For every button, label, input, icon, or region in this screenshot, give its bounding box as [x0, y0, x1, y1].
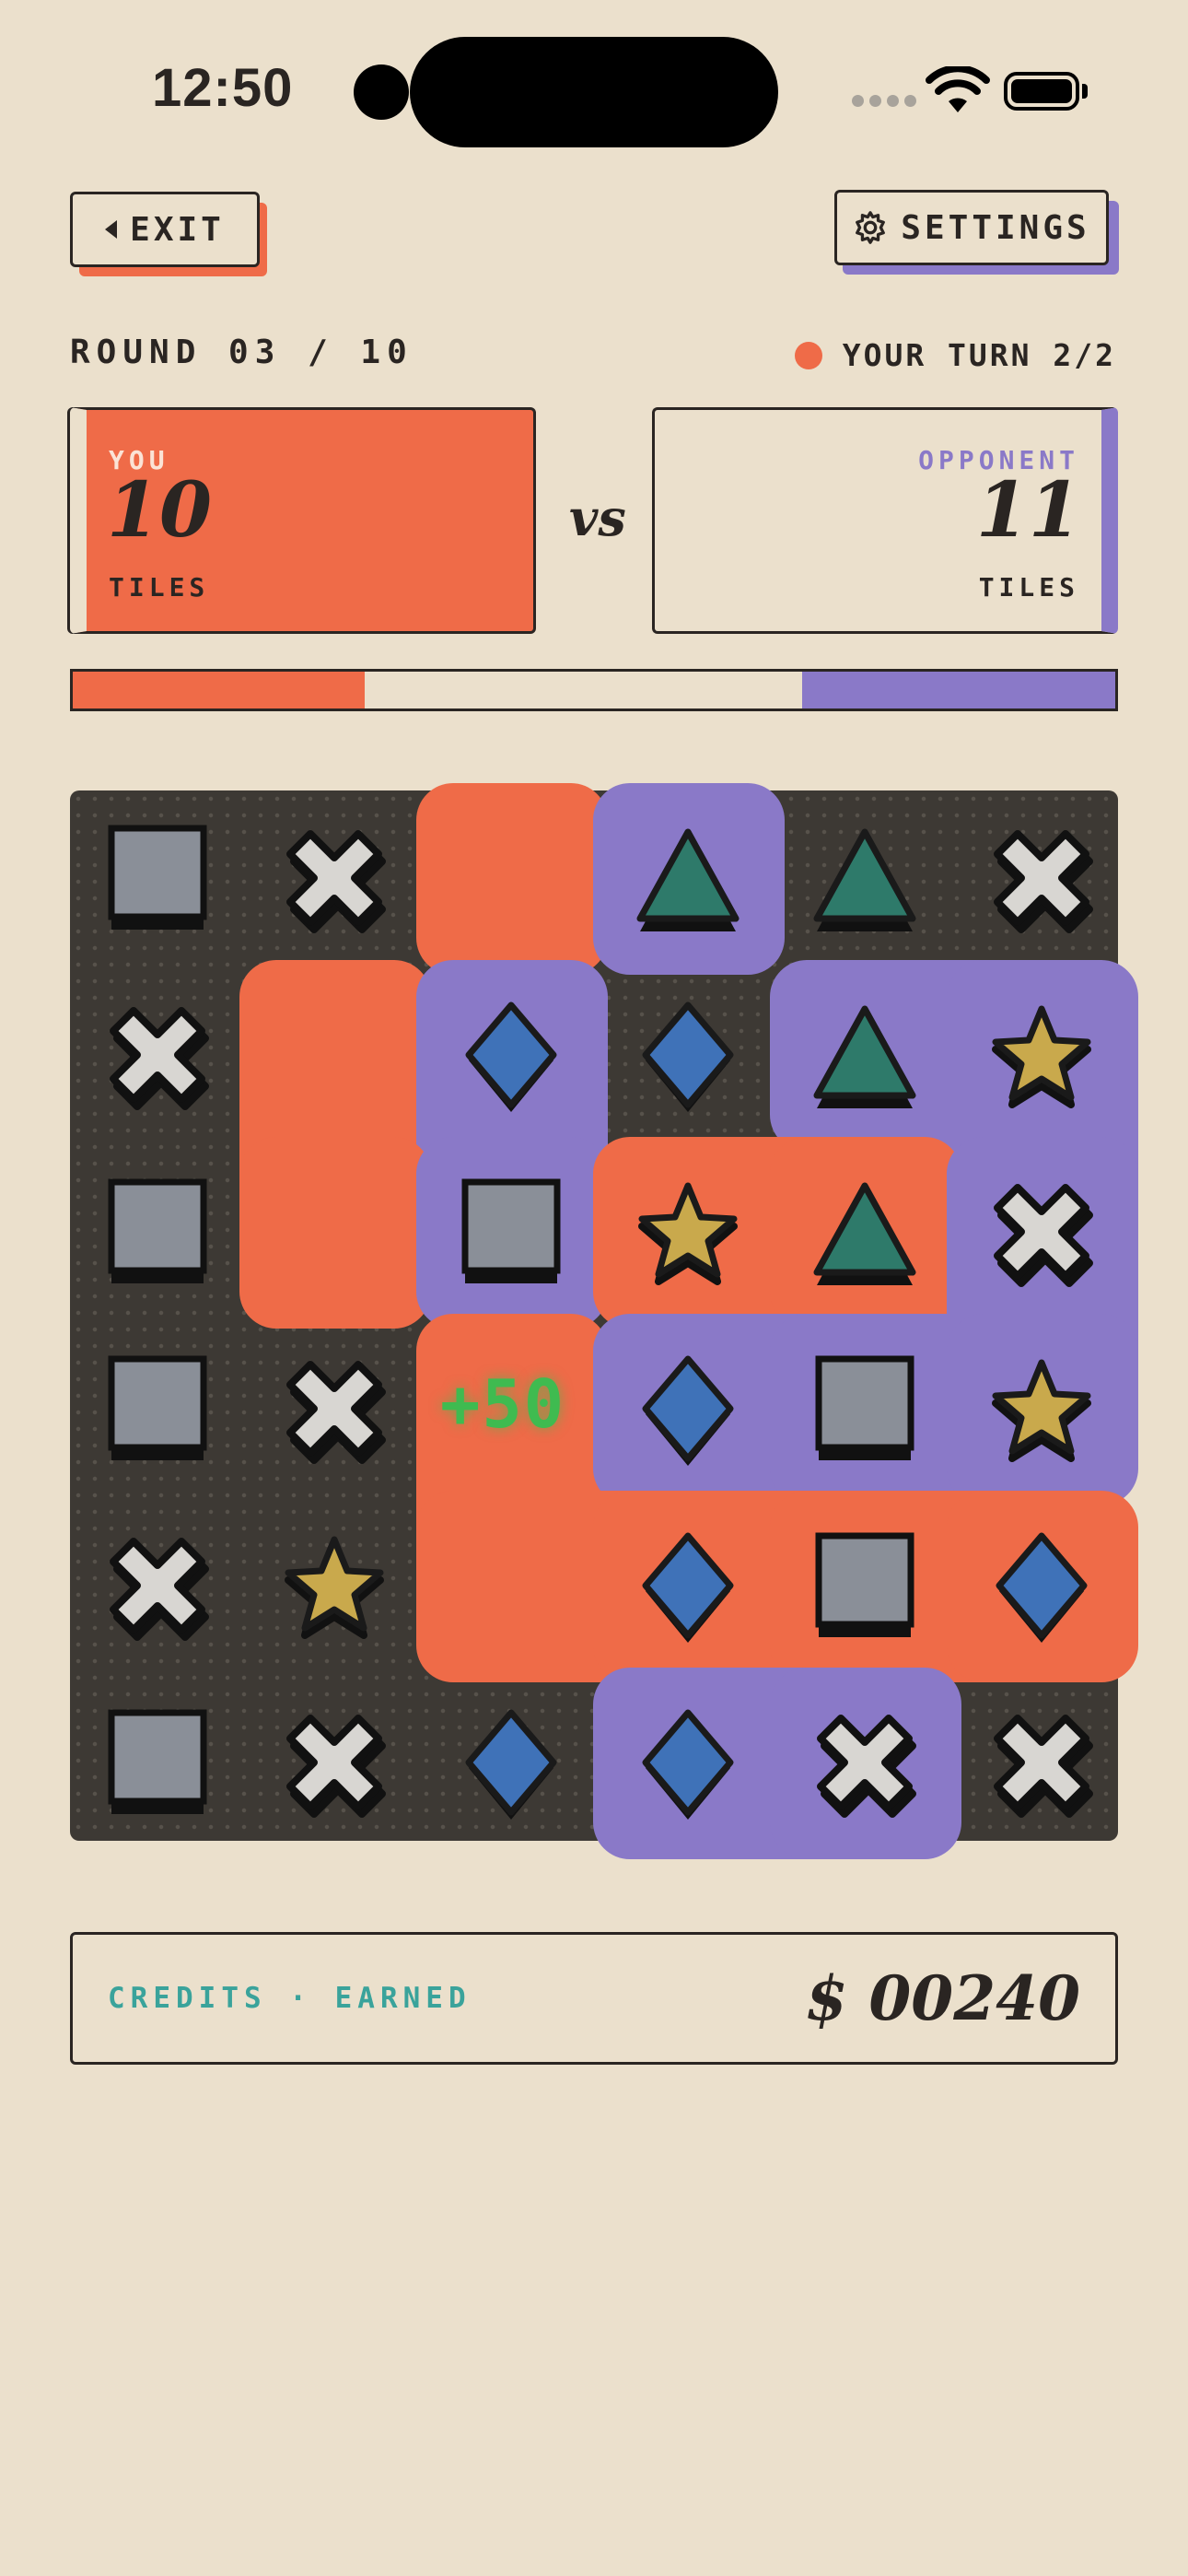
diamond-tile-icon — [642, 1709, 734, 1820]
x-tile-icon — [817, 1715, 916, 1818]
board-cell-5-1[interactable] — [247, 1675, 422, 1850]
dynamic-island — [410, 37, 778, 147]
opponent-unit: TILES — [978, 572, 1079, 603]
board-cell-2-2[interactable] — [424, 1144, 599, 1319]
star-tile-icon — [285, 1536, 384, 1639]
credits-label: CREDITS · EARNED — [108, 1982, 472, 2015]
board-cell-4-4[interactable] — [777, 1498, 952, 1673]
opponent-score-card: OPPONENT 11 TILES — [652, 407, 1118, 634]
gear-icon — [856, 211, 886, 244]
square-tile-icon — [108, 825, 207, 930]
progress-you-fill — [73, 672, 365, 708]
star-tile-icon — [638, 1182, 738, 1285]
star-tile-icon — [992, 1005, 1091, 1108]
diamond-tile-icon — [642, 1355, 734, 1466]
round-indicator: ROUND 03 / 10 — [70, 334, 413, 371]
turn-indicator: YOUR TURN 2/2 — [794, 337, 1116, 373]
settings-button[interactable]: SETTINGS — [834, 190, 1109, 265]
board-cell-0-3[interactable] — [600, 790, 775, 966]
progress-opponent-fill — [802, 672, 1115, 708]
x-tile-icon — [994, 1715, 1093, 1818]
board-cell-0-4[interactable] — [777, 790, 952, 966]
player-unit: TILES — [109, 572, 210, 603]
triangle-tile-icon — [813, 1182, 916, 1285]
diamond-tile-icon — [642, 1532, 734, 1643]
square-tile-icon — [108, 1178, 207, 1283]
camera-dot — [354, 64, 409, 120]
board-cell-2-0[interactable] — [70, 1144, 245, 1319]
board-cell-0-1[interactable] — [247, 790, 422, 966]
wifi-icon — [926, 66, 990, 112]
board-cell-5-4[interactable] — [777, 1675, 952, 1850]
x-tile-icon — [994, 1184, 1093, 1287]
board-cell-5-3[interactable] — [600, 1675, 775, 1850]
board-cell-0-5[interactable] — [954, 790, 1129, 966]
board-cell-4-2[interactable] — [424, 1498, 599, 1673]
diamond-tile-icon — [465, 1709, 557, 1820]
diamond-tile-icon — [642, 1001, 734, 1112]
board-cell-3-1[interactable] — [247, 1321, 422, 1496]
triangle-tile-icon — [813, 1005, 916, 1108]
board-cell-4-3[interactable] — [600, 1498, 775, 1673]
opponent-score: 11 — [975, 466, 1081, 555]
board-cell-4-5[interactable] — [954, 1498, 1129, 1673]
board-cell-0-2[interactable] — [424, 790, 599, 966]
settings-label: SETTINGS — [901, 208, 1090, 247]
board-cell-2-3[interactable] — [600, 1144, 775, 1319]
diamond-tile-icon — [996, 1532, 1088, 1643]
board-cell-1-4[interactable] — [777, 967, 952, 1142]
square-tile-icon — [815, 1355, 914, 1460]
x-tile-icon — [110, 1538, 209, 1641]
square-tile-icon — [108, 1355, 207, 1460]
exit-button[interactable]: EXIT — [70, 192, 260, 267]
board-cell-3-4[interactable] — [777, 1321, 952, 1496]
game-board: +50 — [70, 783, 1138, 1859]
credits-value: $ 00240 — [805, 1962, 1080, 2034]
board-cell-5-0[interactable] — [70, 1675, 245, 1850]
credits-panel: CREDITS · EARNED $ 00240 — [70, 1932, 1118, 2065]
battery-icon — [1004, 72, 1079, 111]
player-score: 10 — [107, 466, 213, 555]
board-cell-5-2[interactable] — [424, 1675, 599, 1850]
board-cell-2-1[interactable] — [247, 1144, 422, 1319]
square-tile-icon — [108, 1709, 207, 1814]
board-cell-1-2[interactable] — [424, 967, 599, 1142]
battery-tip — [1082, 84, 1088, 99]
turn-dot — [794, 341, 822, 369]
x-tile-icon — [110, 1007, 209, 1110]
back-arrow-icon — [105, 220, 118, 239]
player-score-card: YOU 10 TILES — [70, 407, 536, 634]
triangle-tile-icon — [636, 828, 740, 931]
board-cell-1-1[interactable] — [247, 967, 422, 1142]
board-cell-4-0[interactable] — [70, 1498, 245, 1673]
status-time: 12:50 — [152, 58, 294, 118]
signal-icon — [852, 95, 916, 107]
x-tile-icon — [286, 830, 386, 933]
board-cell-3-5[interactable] — [954, 1321, 1129, 1496]
square-tile-icon — [815, 1532, 914, 1637]
x-tile-icon — [994, 830, 1093, 933]
board-cell-1-5[interactable] — [954, 967, 1129, 1142]
board-cell-1-3[interactable] — [600, 967, 775, 1142]
turn-label: YOUR TURN 2/2 — [842, 337, 1116, 373]
square-tile-icon — [461, 1178, 561, 1283]
x-tile-icon — [286, 1715, 386, 1818]
territory-progress-bar — [70, 669, 1118, 711]
exit-label: EXIT — [130, 210, 225, 249]
x-tile-icon — [286, 1361, 386, 1464]
star-tile-icon — [992, 1359, 1091, 1462]
board-cell-1-0[interactable] — [70, 967, 245, 1142]
board-cell-5-5[interactable] — [954, 1675, 1129, 1850]
triangle-tile-icon — [813, 828, 916, 931]
versus-label: vs — [569, 488, 626, 547]
points-popup: +50 — [440, 1365, 566, 1443]
board-cell-3-0[interactable] — [70, 1321, 245, 1496]
board-cell-3-3[interactable] — [600, 1321, 775, 1496]
board-cell-0-0[interactable] — [70, 790, 245, 966]
board-cell-2-5[interactable] — [954, 1144, 1129, 1319]
board-cell-4-1[interactable] — [247, 1498, 422, 1673]
board-cell-2-4[interactable] — [777, 1144, 952, 1319]
diamond-tile-icon — [465, 1001, 557, 1112]
